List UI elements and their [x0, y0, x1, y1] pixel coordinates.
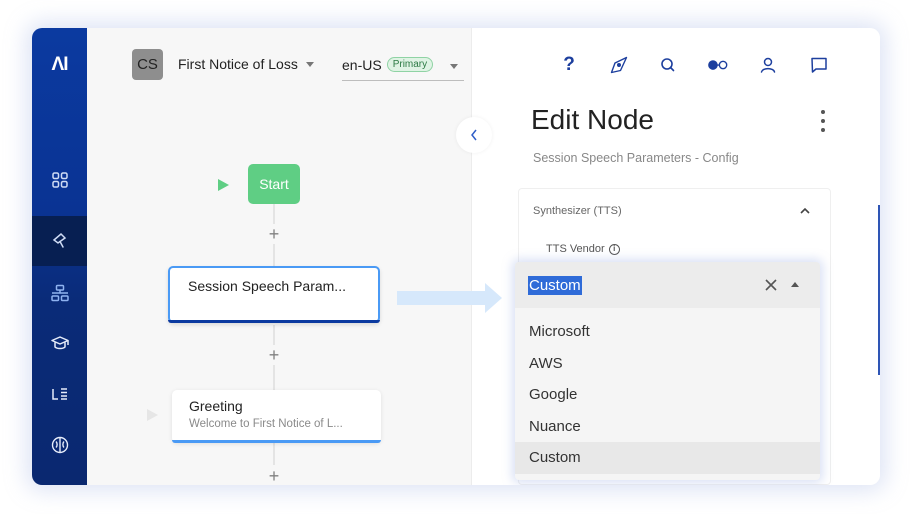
- sidebar-item-language[interactable]: [32, 369, 87, 419]
- help-button[interactable]: ?: [558, 54, 580, 76]
- toggle-button[interactable]: [707, 54, 729, 76]
- start-node[interactable]: Start: [248, 164, 300, 204]
- app-logo[interactable]: ΛI: [32, 54, 87, 76]
- collapse-panel-button[interactable]: [456, 117, 492, 153]
- clear-icon[interactable]: [763, 277, 779, 293]
- app-window: ΛI CS First Notice of Loss en-US Primary…: [32, 28, 880, 485]
- toggle-icon: [708, 60, 728, 70]
- info-icon[interactable]: i: [608, 243, 620, 255]
- tts-vendor-label: TTS Vendor i: [546, 243, 620, 255]
- add-node-button[interactable]: +: [266, 467, 282, 485]
- node-title: Session Speech Param...: [188, 278, 346, 294]
- chat-button[interactable]: [808, 54, 830, 76]
- chevron-down-icon: [450, 64, 458, 69]
- grid-icon: [51, 172, 68, 188]
- add-node-button[interactable]: +: [266, 346, 282, 364]
- tts-vendor-input[interactable]: Custom: [515, 262, 820, 308]
- profile-button[interactable]: [757, 54, 779, 76]
- language-selector[interactable]: en-US Primary: [342, 49, 464, 81]
- hierarchy-icon: [50, 284, 69, 302]
- paint-roller-icon: [52, 232, 66, 248]
- sidebar-item-flows[interactable]: [32, 268, 87, 318]
- sidebar-item-ai-brain[interactable]: [32, 420, 87, 470]
- search-icon: [661, 58, 675, 72]
- flow-selector[interactable]: First Notice of Loss: [178, 56, 314, 72]
- connector-line: [273, 365, 275, 390]
- compass-icon: [610, 56, 628, 74]
- field-label-text: TTS Vendor: [546, 243, 605, 255]
- chevron-up-icon[interactable]: [798, 204, 812, 218]
- language-label: en-US: [342, 56, 382, 73]
- workspace-avatar[interactable]: CS: [132, 49, 163, 80]
- more-options-icon[interactable]: [818, 110, 828, 132]
- chat-icon: [811, 57, 827, 73]
- flow-node-greeting[interactable]: Greeting Welcome to First Notice of L...: [172, 390, 381, 443]
- chevron-left-icon: [471, 129, 477, 141]
- option-google[interactable]: Google: [515, 379, 820, 411]
- option-nuance[interactable]: Nuance: [515, 411, 820, 443]
- search-button[interactable]: [657, 54, 679, 76]
- sidebar-item-training[interactable]: [32, 318, 87, 368]
- option-aws[interactable]: AWS: [515, 348, 820, 380]
- connector-line: [273, 443, 275, 465]
- chevron-up-icon[interactable]: [791, 282, 799, 287]
- sidebar-item-design[interactable]: [32, 216, 87, 266]
- primary-badge: Primary: [386, 57, 434, 72]
- panel-title: Edit Node: [531, 104, 654, 135]
- tts-vendor-dropdown[interactable]: Custom Microsoft AWS Google Nuance Custo…: [515, 262, 820, 480]
- flow-node-session-speech[interactable]: Session Speech Param...: [168, 266, 380, 323]
- node-title: Greeting: [189, 398, 243, 414]
- section-title: Synthesizer (TTS): [533, 205, 622, 217]
- add-node-button[interactable]: +: [266, 225, 282, 243]
- option-microsoft[interactable]: Microsoft: [515, 316, 820, 348]
- user-icon: [760, 57, 776, 73]
- chevron-down-icon: [305, 61, 314, 67]
- node-subtitle: Welcome to First Notice of L...: [189, 418, 343, 430]
- play-icon[interactable]: [218, 179, 229, 191]
- connector-line: [273, 204, 275, 224]
- list-icon: [51, 388, 67, 400]
- connector-line: [273, 325, 275, 345]
- graduation-cap-icon: [50, 336, 69, 350]
- panel-subtitle: Session Speech Parameters - Config: [533, 151, 739, 165]
- hint-arrow-icon: [397, 283, 502, 313]
- play-icon[interactable]: [147, 409, 158, 421]
- flow-canvas[interactable]: CS First Notice of Loss en-US Primary + …: [87, 28, 471, 485]
- option-custom[interactable]: Custom: [515, 442, 820, 474]
- flow-name-label: First Notice of Loss: [178, 56, 298, 72]
- connector-line: [273, 244, 275, 266]
- explore-button[interactable]: [608, 54, 630, 76]
- dropdown-options: Microsoft AWS Google Nuance Custom: [515, 316, 820, 474]
- sidebar: ΛI: [32, 28, 87, 485]
- selected-value: Custom: [528, 275, 582, 295]
- panel-scrollbar[interactable]: [878, 205, 880, 375]
- sidebar-item-dashboard[interactable]: [32, 155, 87, 205]
- help-icon: ?: [563, 54, 575, 75]
- brain-icon: [51, 436, 68, 454]
